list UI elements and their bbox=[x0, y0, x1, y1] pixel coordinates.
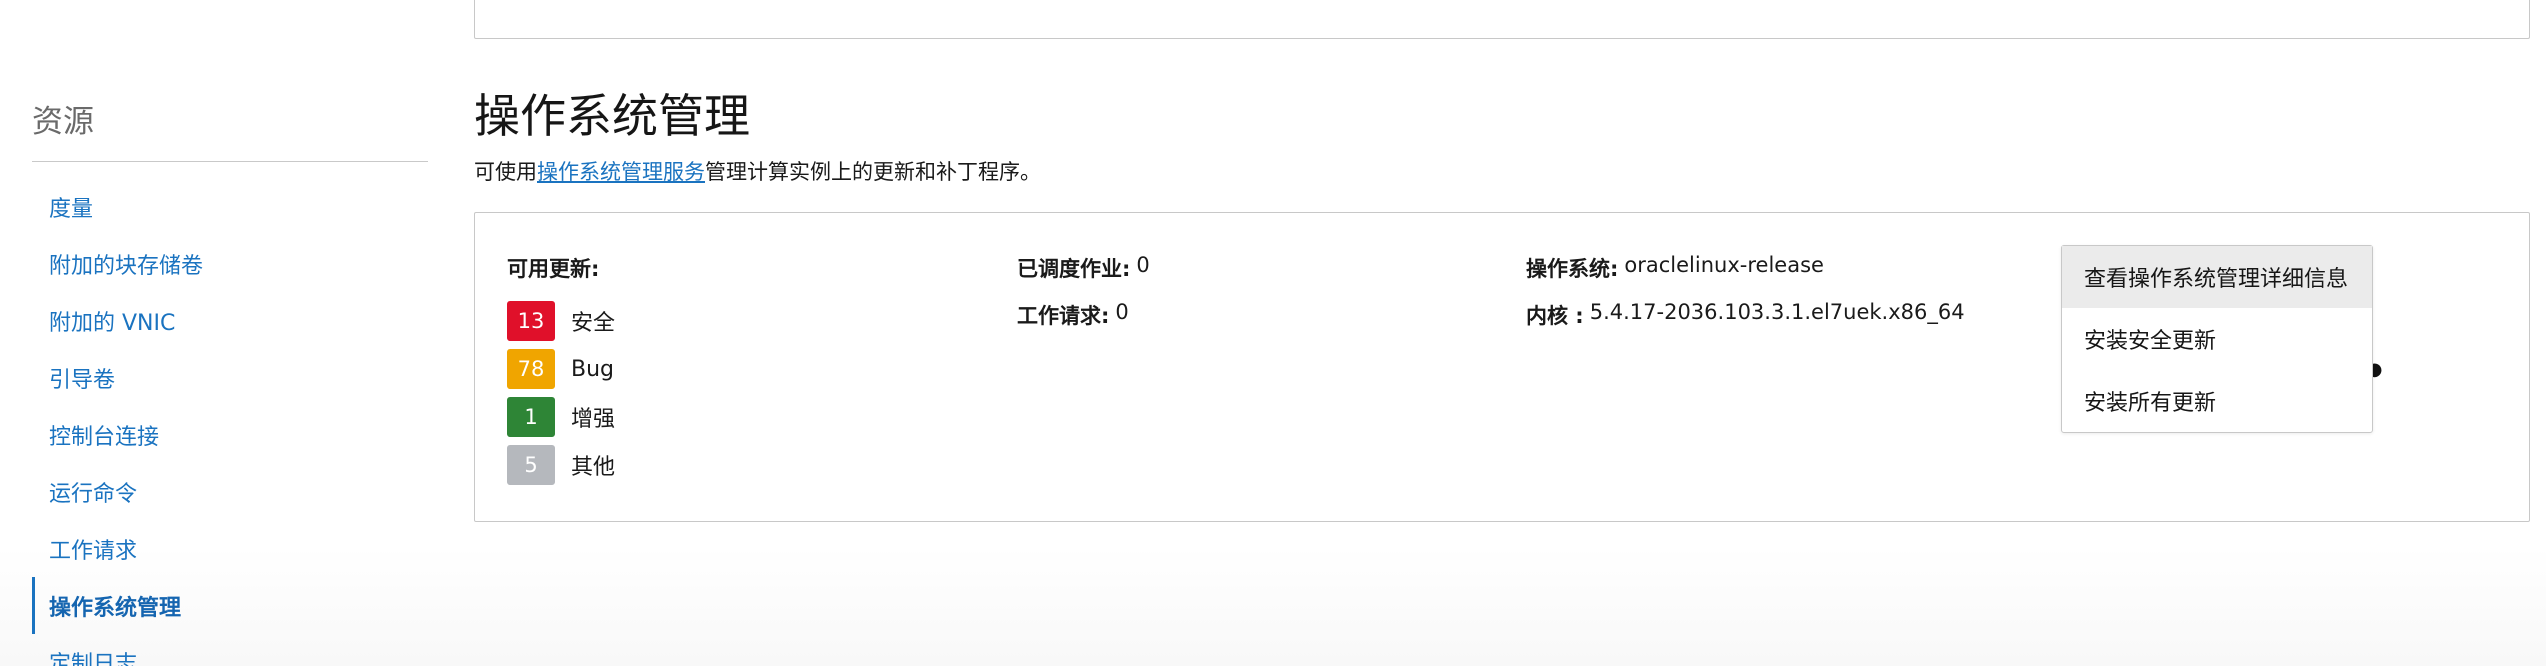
update-row-security: 13 安全 bbox=[507, 297, 615, 345]
available-updates-label: 可用更新: bbox=[507, 257, 600, 281]
kernel-value: 5.4.17-2036.103.3.1.el7uek.x86_64 bbox=[1589, 300, 1965, 324]
security-label: 安全 bbox=[571, 311, 616, 336]
actions-menu: 查看操作系统管理详细信息 安装安全更新 安装所有更新 bbox=[2061, 245, 2373, 433]
os-management-card: 可用更新: 13 安全 78 Bug 1 增强 5 其他 已调度作业: 0 工作… bbox=[474, 212, 2530, 522]
update-row-bug: 78 Bug bbox=[507, 345, 615, 393]
resources-sidebar: 资源 度量 附加的块存储卷 附加的 VNIC 引导卷 控制台连接 运行命令 工作… bbox=[32, 96, 428, 666]
os-label: 操作系统: bbox=[1526, 257, 1619, 281]
work-requests-label: 工作请求: bbox=[1017, 304, 1110, 328]
sidebar-list: 度量 附加的块存储卷 附加的 VNIC 引导卷 控制台连接 运行命令 工作请求 … bbox=[32, 178, 428, 666]
other-label: 其他 bbox=[571, 455, 616, 480]
page: 资源 度量 附加的块存储卷 附加的 VNIC 引导卷 控制台连接 运行命令 工作… bbox=[0, 0, 2546, 666]
sidebar-item-os-management[interactable]: 操作系统管理 bbox=[32, 577, 428, 634]
sidebar-item-work-requests[interactable]: 工作请求 bbox=[32, 520, 428, 577]
jobs-section: 已调度作业: 0 工作请求: 0 bbox=[1017, 253, 1150, 347]
description-suffix: 管理计算实例上的更新和补丁程序。 bbox=[705, 160, 1041, 184]
bug-count-badge: 78 bbox=[507, 349, 555, 389]
os-value: oraclelinux-release bbox=[1624, 253, 1824, 277]
update-row-other: 5 其他 bbox=[507, 441, 615, 489]
available-updates-section: 可用更新: 13 安全 78 Bug 1 增强 5 其他 bbox=[507, 253, 615, 489]
other-count-badge: 5 bbox=[507, 445, 555, 485]
enhancement-label: 增强 bbox=[571, 407, 616, 432]
sidebar-item-metrics[interactable]: 度量 bbox=[32, 178, 428, 235]
update-row-enhancement: 1 增强 bbox=[507, 393, 615, 441]
os-info: 操作系统: oraclelinux-release bbox=[1526, 253, 1965, 300]
bug-label: Bug bbox=[571, 356, 615, 382]
sidebar-item-custom-logs[interactable]: 定制日志 bbox=[32, 634, 428, 666]
scheduled-jobs: 已调度作业: 0 bbox=[1017, 253, 1150, 300]
kernel-label: 内核 : bbox=[1526, 304, 1584, 328]
os-info-section: 操作系统: oraclelinux-release 内核 : 5.4.17-20… bbox=[1526, 253, 1965, 347]
menu-view-os-management-details[interactable]: 查看操作系统管理详细信息 bbox=[2062, 246, 2372, 308]
page-title: 操作系统管理 bbox=[474, 89, 750, 143]
sidebar-item-attached-block-volumes[interactable]: 附加的块存储卷 bbox=[32, 235, 428, 292]
security-count-badge: 13 bbox=[507, 301, 555, 341]
main-content: 操作系统管理 可使用操作系统管理服务管理计算实例上的更新和补丁程序。 可用更新:… bbox=[474, 84, 2530, 522]
sidebar-item-run-command[interactable]: 运行命令 bbox=[32, 463, 428, 520]
scheduled-jobs-label: 已调度作业: bbox=[1017, 257, 1131, 281]
work-requests: 工作请求: 0 bbox=[1017, 300, 1150, 347]
previous-panel bbox=[474, 0, 2530, 39]
enhancement-count-badge: 1 bbox=[507, 397, 555, 437]
os-management-service-link[interactable]: 操作系统管理服务 bbox=[537, 160, 705, 184]
page-description: 可使用操作系统管理服务管理计算实例上的更新和补丁程序。 bbox=[474, 156, 2530, 186]
menu-install-security-updates[interactable]: 安装安全更新 bbox=[2062, 308, 2372, 370]
work-requests-value: 0 bbox=[1115, 300, 1129, 324]
sidebar-item-console-connection[interactable]: 控制台连接 bbox=[32, 406, 428, 463]
sidebar-title: 资源 bbox=[32, 96, 428, 162]
sidebar-item-boot-volume[interactable]: 引导卷 bbox=[32, 349, 428, 406]
scheduled-jobs-value: 0 bbox=[1136, 253, 1150, 277]
kernel-info: 内核 : 5.4.17-2036.103.3.1.el7uek.x86_64 bbox=[1526, 300, 1965, 347]
sidebar-item-attached-vnics[interactable]: 附加的 VNIC bbox=[32, 292, 428, 349]
menu-install-all-updates[interactable]: 安装所有更新 bbox=[2062, 370, 2372, 432]
description-prefix: 可使用 bbox=[474, 160, 537, 184]
